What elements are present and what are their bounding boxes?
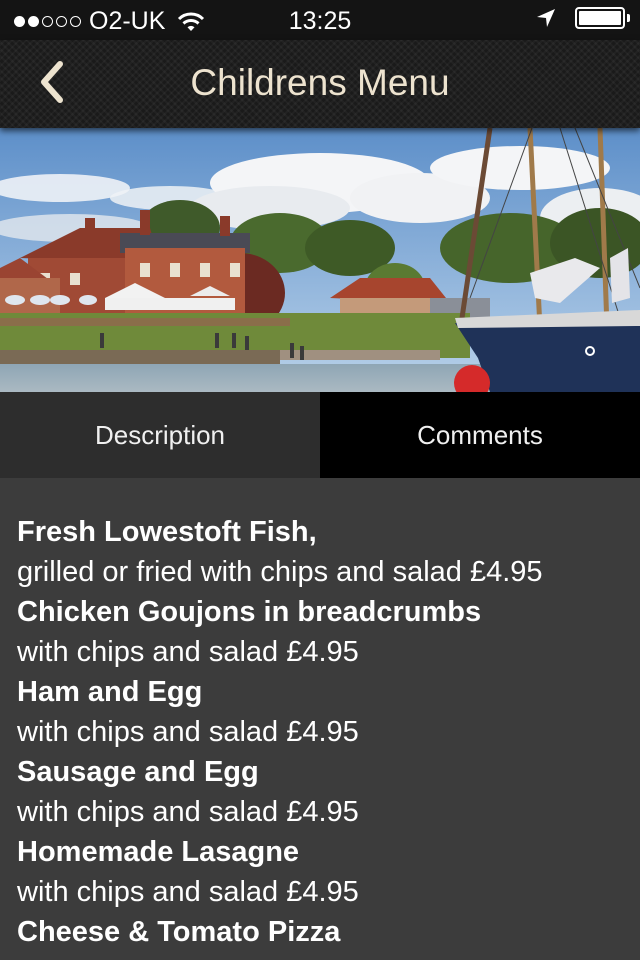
menu-list: Fresh Lowestoft Fish, grilled or fried w… [0,478,640,960]
list-item: Homemade Lasagne with chips and salad £4… [17,832,640,912]
list-item: Sausage and Egg with chips and salad £4.… [17,752,640,832]
menu-item-name: Sausage and Egg [17,756,259,788]
tab-comments[interactable]: Comments [320,392,640,478]
menu-item-name: Fresh Lowestoft Fish, [17,516,317,548]
page-title: Childrens Menu [190,62,450,103]
status-bar: O2-UK 13:25 [0,0,640,40]
menu-item-name: Homemade Lasagne [17,836,300,868]
navigation-bar: Childrens Menu [0,40,640,128]
list-item: Fresh Lowestoft Fish, grilled or fried w… [17,512,640,592]
tab-description[interactable]: Description [0,392,320,478]
menu-item-name: Chicken Goujons in breadcrumbs [17,596,482,628]
menu-item-name: Ham and Egg [17,676,203,708]
menu-item-description: with chips and salad £4.95 [17,876,359,908]
menu-content: Fresh Lowestoft Fish, grilled or fried w… [0,478,640,960]
battery-icon [575,7,625,29]
list-item: Ham and Egg with chips and salad £4.95 [17,672,640,752]
status-right [535,7,630,29]
menu-item-description: with chips and salad £4.95 [17,796,359,828]
menu-item-description: grilled or fried with chips and salad £4… [17,556,543,588]
menu-item-name: Cheese & Tomato Pizza [17,916,341,948]
tab-bar: Description Comments [0,392,640,478]
harbour-photo-illustration [0,128,640,392]
menu-item-description: with chips and salad £4.95 [17,636,359,668]
menu-item-description: with chips and salad £4.95 [17,952,640,960]
menu-item-description: with chips and salad £4.95 [17,716,359,748]
list-item: Chicken Goujons in breadcrumbs with chip… [17,592,640,672]
location-arrow-icon [537,9,555,27]
list-item: Cheese & Tomato Pizza with chips and sal… [17,912,640,960]
hero-photo [0,128,640,392]
battery-tip [627,14,630,22]
